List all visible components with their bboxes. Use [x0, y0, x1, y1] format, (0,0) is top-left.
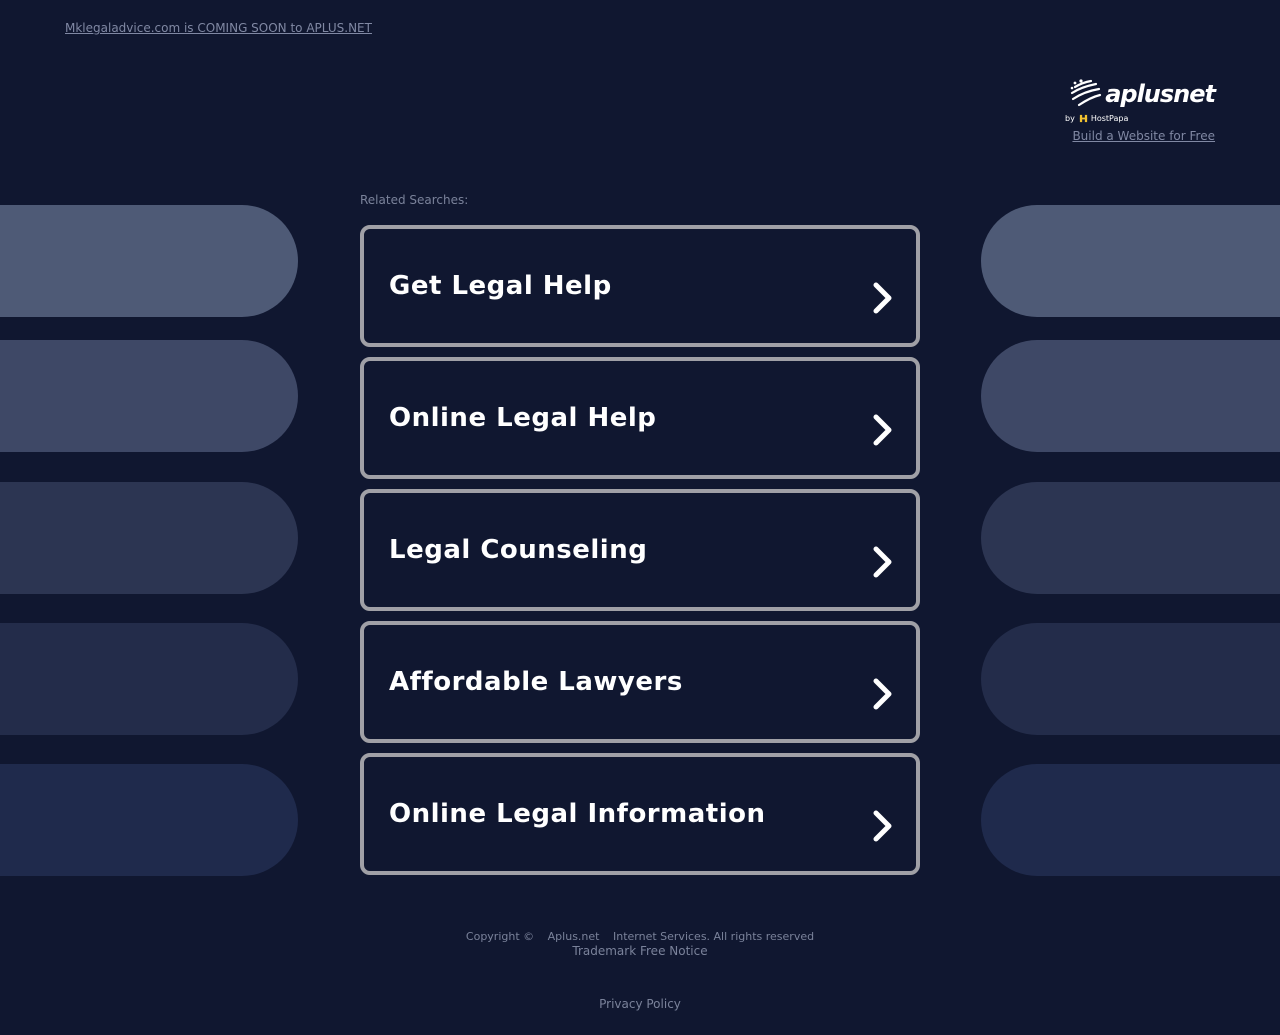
related-searches-list: Get Legal Help Online Legal Help Legal C… [360, 225, 920, 885]
logo-wordmark: aplusnet [1105, 80, 1216, 108]
byline-prefix: by [1065, 113, 1075, 123]
decorative-pill-left-3 [0, 482, 298, 594]
related-search-item[interactable]: Affordable Lawyers [360, 621, 920, 743]
chevron-right-icon [873, 810, 892, 842]
parked-domain-page: Mklegaladvice.com is COMING SOON to APLU… [0, 0, 1280, 1035]
copyright-text: Copyright © [465, 930, 535, 943]
decorative-pill-left-1 [0, 205, 298, 317]
related-search-item[interactable]: Legal Counseling [360, 489, 920, 611]
decorative-pill-right-1 [981, 205, 1280, 317]
decorative-pill-left-2 [0, 340, 298, 452]
decorative-pill-right-4 [981, 623, 1280, 735]
aplusnet-logo[interactable]: aplusnet [1055, 74, 1216, 114]
byline: by HostPapa [1055, 112, 1215, 124]
chevron-right-icon [873, 678, 892, 710]
related-search-label: Affordable Lawyers [389, 667, 683, 697]
services-text: Internet Services. All rights reserved [612, 930, 815, 943]
decorative-pill-right-3 [981, 482, 1280, 594]
hostpapa-icon [1079, 114, 1087, 122]
company-name: Aplus.net [547, 930, 600, 943]
chevron-right-icon [873, 282, 892, 314]
chevron-right-icon [873, 414, 892, 446]
brand-block: aplusnet by HostPapa Build a Website for… [1055, 74, 1216, 143]
related-search-label: Online Legal Help [389, 403, 657, 433]
related-search-item[interactable]: Online Legal Help [360, 357, 920, 479]
coming-soon-link[interactable]: Mklegaladvice.com is COMING SOON to APLU… [65, 21, 372, 35]
chevron-right-icon [873, 546, 892, 578]
footer-copyright: Copyright © Aplus.net Internet Services.… [0, 930, 1280, 943]
decorative-pill-left-5 [0, 764, 298, 876]
build-website-link[interactable]: Build a Website for Free [1055, 129, 1215, 143]
aplusnet-globe-icon [1070, 79, 1102, 107]
decorative-pill-right-2 [981, 340, 1280, 452]
decorative-pill-left-4 [0, 623, 298, 735]
related-search-item[interactable]: Get Legal Help [360, 225, 920, 347]
related-search-label: Legal Counseling [389, 535, 648, 565]
related-searches-label: Related Searches: [360, 193, 469, 207]
related-search-item[interactable]: Online Legal Information [360, 753, 920, 875]
decorative-pill-right-5 [981, 764, 1280, 876]
related-search-label: Get Legal Help [389, 271, 612, 301]
related-search-label: Online Legal Information [389, 799, 766, 829]
byline-company: HostPapa [1090, 113, 1129, 123]
trademark-notice-link[interactable]: Trademark Free Notice [0, 944, 1280, 958]
privacy-policy-link[interactable]: Privacy Policy [0, 997, 1280, 1011]
